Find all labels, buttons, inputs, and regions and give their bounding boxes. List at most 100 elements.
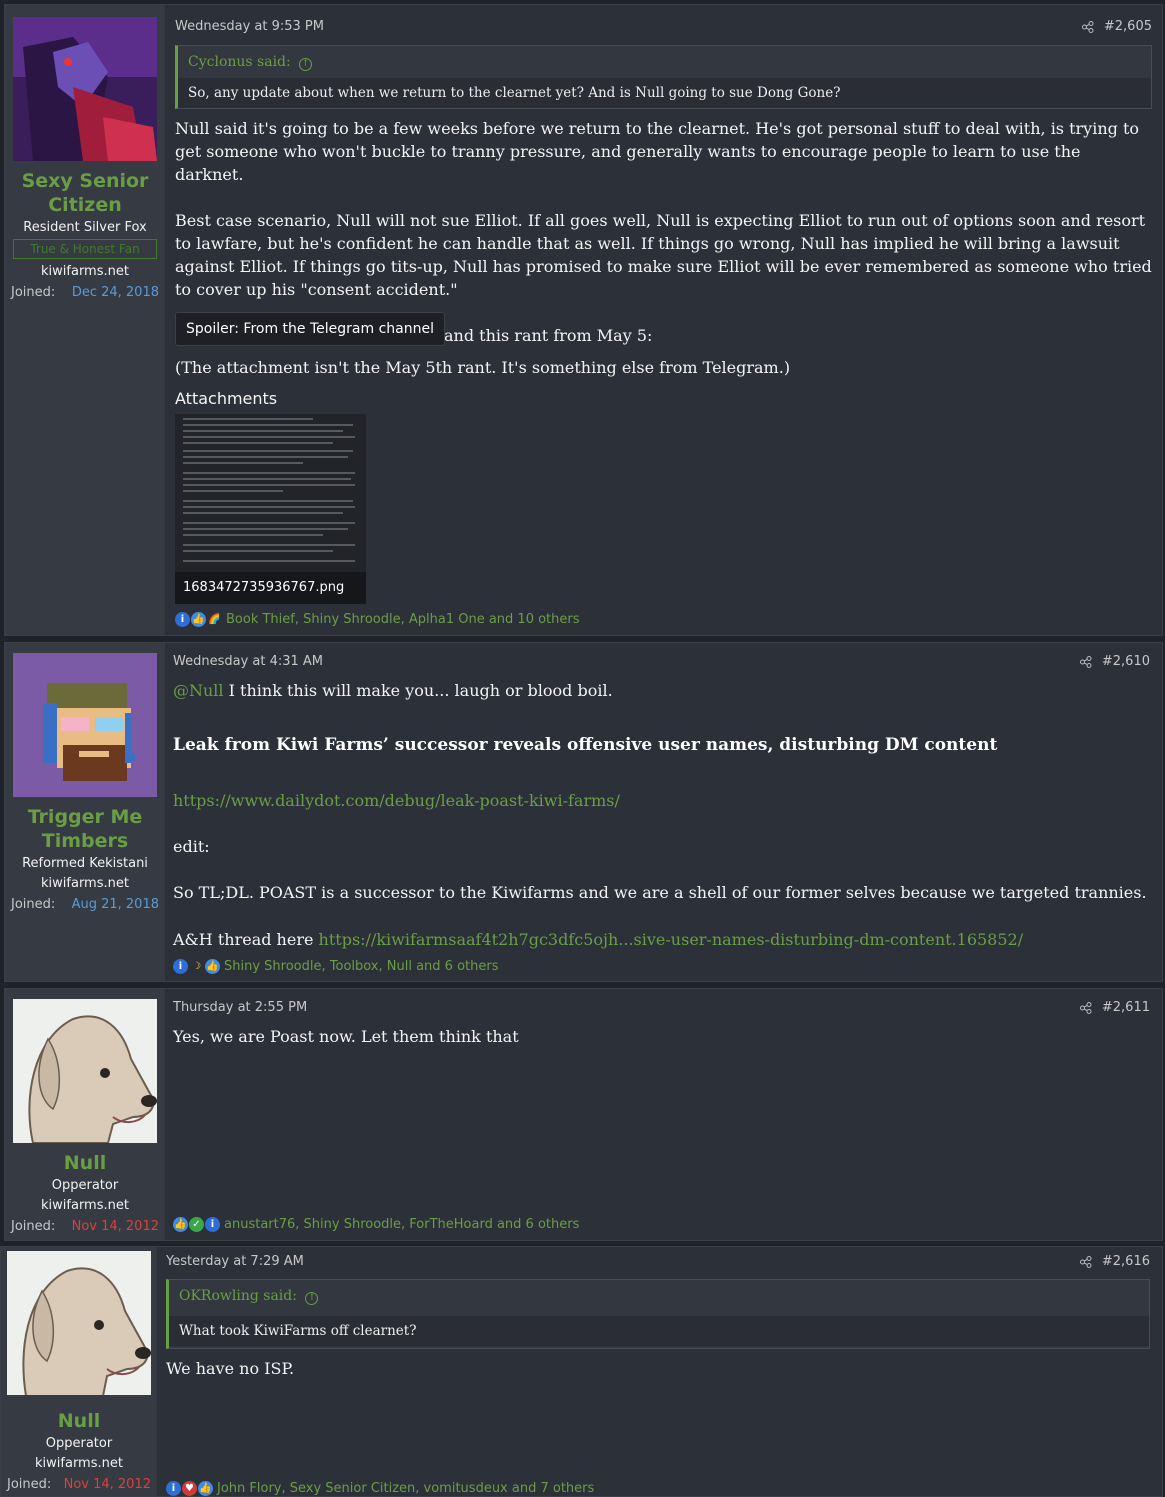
thumb-line	[183, 560, 355, 562]
joined-date: Nov 14, 2012	[71, 1219, 159, 1234]
post-meta: Wednesday at 4:31 AM #2,610	[173, 654, 1150, 674]
post-number[interactable]: #2,611	[1102, 1000, 1150, 1015]
joined-row: Joined: Dec 24, 2018	[5, 285, 165, 300]
info-reaction-icon: i	[166, 1481, 181, 1496]
post-main: Thursday at 2:55 PM #2,611 Yes, we are P…	[173, 989, 1150, 1240]
check-reaction-icon: ✓	[189, 1217, 204, 1232]
joined-date: Aug 21, 2018	[71, 897, 159, 912]
post-meta: Thursday at 2:55 PM #2,611	[173, 1000, 1150, 1020]
joined-row: Joined: Aug 21, 2018	[5, 897, 165, 912]
avatar[interactable]	[13, 999, 157, 1143]
article-link[interactable]: https://www.dailydot.com/debug/leak-poas…	[173, 789, 1150, 812]
reactions-bar[interactable]: i ♥ 👍 John Flory, Sexy Senior Citizen, v…	[166, 1481, 594, 1496]
article-headline: Leak from Kiwi Farms’ successor reveals …	[173, 735, 998, 755]
paragraph: Null said it's going to be a few weeks b…	[175, 119, 1140, 184]
user-site: kiwifarms.net	[35, 1456, 123, 1471]
post-body: Yes, we are Poast now. Let them think th…	[173, 1027, 519, 1046]
post-main: Yesterday at 7:29 AM #2,616 OKRowling sa…	[166, 1247, 1150, 1496]
quote-arrow-icon[interactable]: ↑	[299, 58, 313, 71]
thumb-line	[183, 472, 355, 474]
user-site: kiwifarms.net	[41, 876, 129, 891]
avatar[interactable]	[13, 653, 157, 797]
mention-line: @Null I think this will make you... laug…	[173, 679, 1150, 702]
post-date[interactable]: Wednesday at 4:31 AM	[173, 654, 323, 669]
post-number-wrap: #2,616	[1079, 1254, 1150, 1269]
user-mention[interactable]: @Null	[173, 681, 224, 700]
user-title: Reformed Kekistani	[22, 856, 148, 871]
quote-text: What took KiwiFarms off clearnet?	[169, 1316, 1149, 1346]
quote-author[interactable]: Cyclonus said:	[188, 54, 291, 70]
thumbs-up-reaction-icon: 👍	[173, 1217, 188, 1232]
thumb-line	[183, 484, 355, 486]
rainbow-reaction-icon: 🌈	[208, 614, 221, 625]
thumb-line	[183, 462, 303, 464]
paragraph: So TL;DL. POAST is a successor to the Ki…	[173, 883, 1147, 902]
quote-author[interactable]: OKRowling said:	[179, 1288, 297, 1304]
user-site: kiwifarms.net	[41, 264, 129, 279]
thumb-line	[183, 450, 353, 452]
joined-label: Joined:	[11, 285, 56, 300]
thumb-line	[183, 424, 353, 426]
reactions-bar[interactable]: i 👍 🌈 Book Thief, Shiny Shroodle, Aplha1…	[175, 612, 580, 627]
thumb-line	[183, 500, 353, 502]
username[interactable]: Sexy Senior Citizen	[15, 169, 155, 217]
thumb-line	[183, 512, 343, 514]
thumb-line	[183, 430, 343, 432]
user-site: kiwifarms.net	[41, 1198, 129, 1213]
mention-text: I think this will make you... laugh or b…	[223, 681, 613, 700]
reaction-users[interactable]: John Flory, Sexy Senior Citizen, vomitus…	[217, 1481, 594, 1496]
joined-date: Nov 14, 2012	[63, 1477, 151, 1492]
post-date[interactable]: Wednesday at 9:53 PM	[175, 19, 324, 34]
reaction-users[interactable]: anustart76, Shiny Shroodle, ForTheHoard …	[224, 1217, 579, 1232]
thumb-line	[183, 550, 333, 552]
reactions-bar[interactable]: i ☽ 👍 Shiny Shroodle, Toolbox, Null and …	[173, 959, 499, 974]
attachment-thumbnail[interactable]: 1683472735936767.png	[175, 414, 366, 604]
share-icon[interactable]	[1079, 1001, 1092, 1014]
post-number[interactable]: #2,605	[1104, 19, 1152, 34]
post-2611: Null Opperator kiwifarms.net Joined: Nov…	[4, 988, 1163, 1241]
reaction-users[interactable]: Book Thief, Shiny Shroodle, Aplha1 One a…	[226, 612, 580, 627]
joined-label: Joined:	[11, 897, 56, 912]
thumb-line	[183, 528, 348, 530]
thumb-line	[183, 534, 323, 536]
thread-link[interactable]: https://kiwifarmsaaf4t2h7gc3dfc5ojh...si…	[319, 930, 1024, 949]
thumb-line	[183, 456, 348, 458]
username[interactable]: Null	[15, 1151, 155, 1175]
share-icon[interactable]	[1081, 20, 1094, 33]
post-main: Wednesday at 9:53 PM #2,605 Cyclonus sai…	[175, 5, 1152, 635]
avatar[interactable]	[7, 1251, 151, 1395]
thumb-line	[183, 522, 355, 524]
quote-arrow-icon[interactable]: ↑	[305, 1292, 319, 1305]
post-date[interactable]: Thursday at 2:55 PM	[173, 1000, 307, 1015]
username[interactable]: Trigger Me Timbers	[15, 805, 155, 853]
user-title: Resident Silver Fox	[23, 220, 147, 235]
attachment-filename[interactable]: 1683472735936767.png	[175, 572, 366, 604]
moon-reaction-icon: ☽	[192, 961, 201, 972]
joined-date: Dec 24, 2018	[71, 285, 159, 300]
thread-label: A&H thread here	[173, 930, 319, 949]
joined-row: Joined: Nov 14, 2012	[5, 1219, 165, 1234]
post-main: Wednesday at 4:31 AM #2,610 @Null I thin…	[173, 643, 1150, 981]
username[interactable]: Null	[9, 1409, 149, 1433]
avatar[interactable]	[13, 17, 157, 161]
thumb-line	[183, 436, 355, 438]
reactions-bar[interactable]: 👍 ✓ i anustart76, Shiny Shroodle, ForThe…	[173, 1217, 579, 1232]
user-banner: True & Honest Fan	[13, 239, 157, 259]
thumbs-up-reaction-icon: 👍	[191, 612, 206, 627]
post-number-wrap: #2,610	[1079, 654, 1150, 669]
thumbs-up-reaction-icon: 👍	[205, 959, 220, 974]
post-number-wrap: #2,605	[1081, 19, 1152, 34]
share-icon[interactable]	[1079, 1255, 1092, 1268]
reaction-users[interactable]: Shiny Shroodle, Toolbox, Null and 6 othe…	[224, 959, 499, 974]
spoiler-button[interactable]: Spoiler: From the Telegram channel	[175, 312, 445, 346]
user-cell: Trigger Me Timbers Reformed Kekistani ki…	[5, 643, 165, 981]
user-title: Opperator	[51, 1178, 119, 1193]
post-date[interactable]: Yesterday at 7:29 AM	[166, 1254, 304, 1269]
thumbs-up-reaction-icon: 👍	[198, 1481, 213, 1496]
post-2616: Null Opperator kiwifarms.net Joined: Nov…	[0, 1246, 1163, 1497]
post-number[interactable]: #2,610	[1102, 654, 1150, 669]
share-icon[interactable]	[1079, 655, 1092, 668]
post-number[interactable]: #2,616	[1102, 1254, 1150, 1269]
user-title: Opperator	[45, 1436, 113, 1451]
quote-block: Cyclonus said: ↑ So, any update about wh…	[175, 45, 1152, 109]
